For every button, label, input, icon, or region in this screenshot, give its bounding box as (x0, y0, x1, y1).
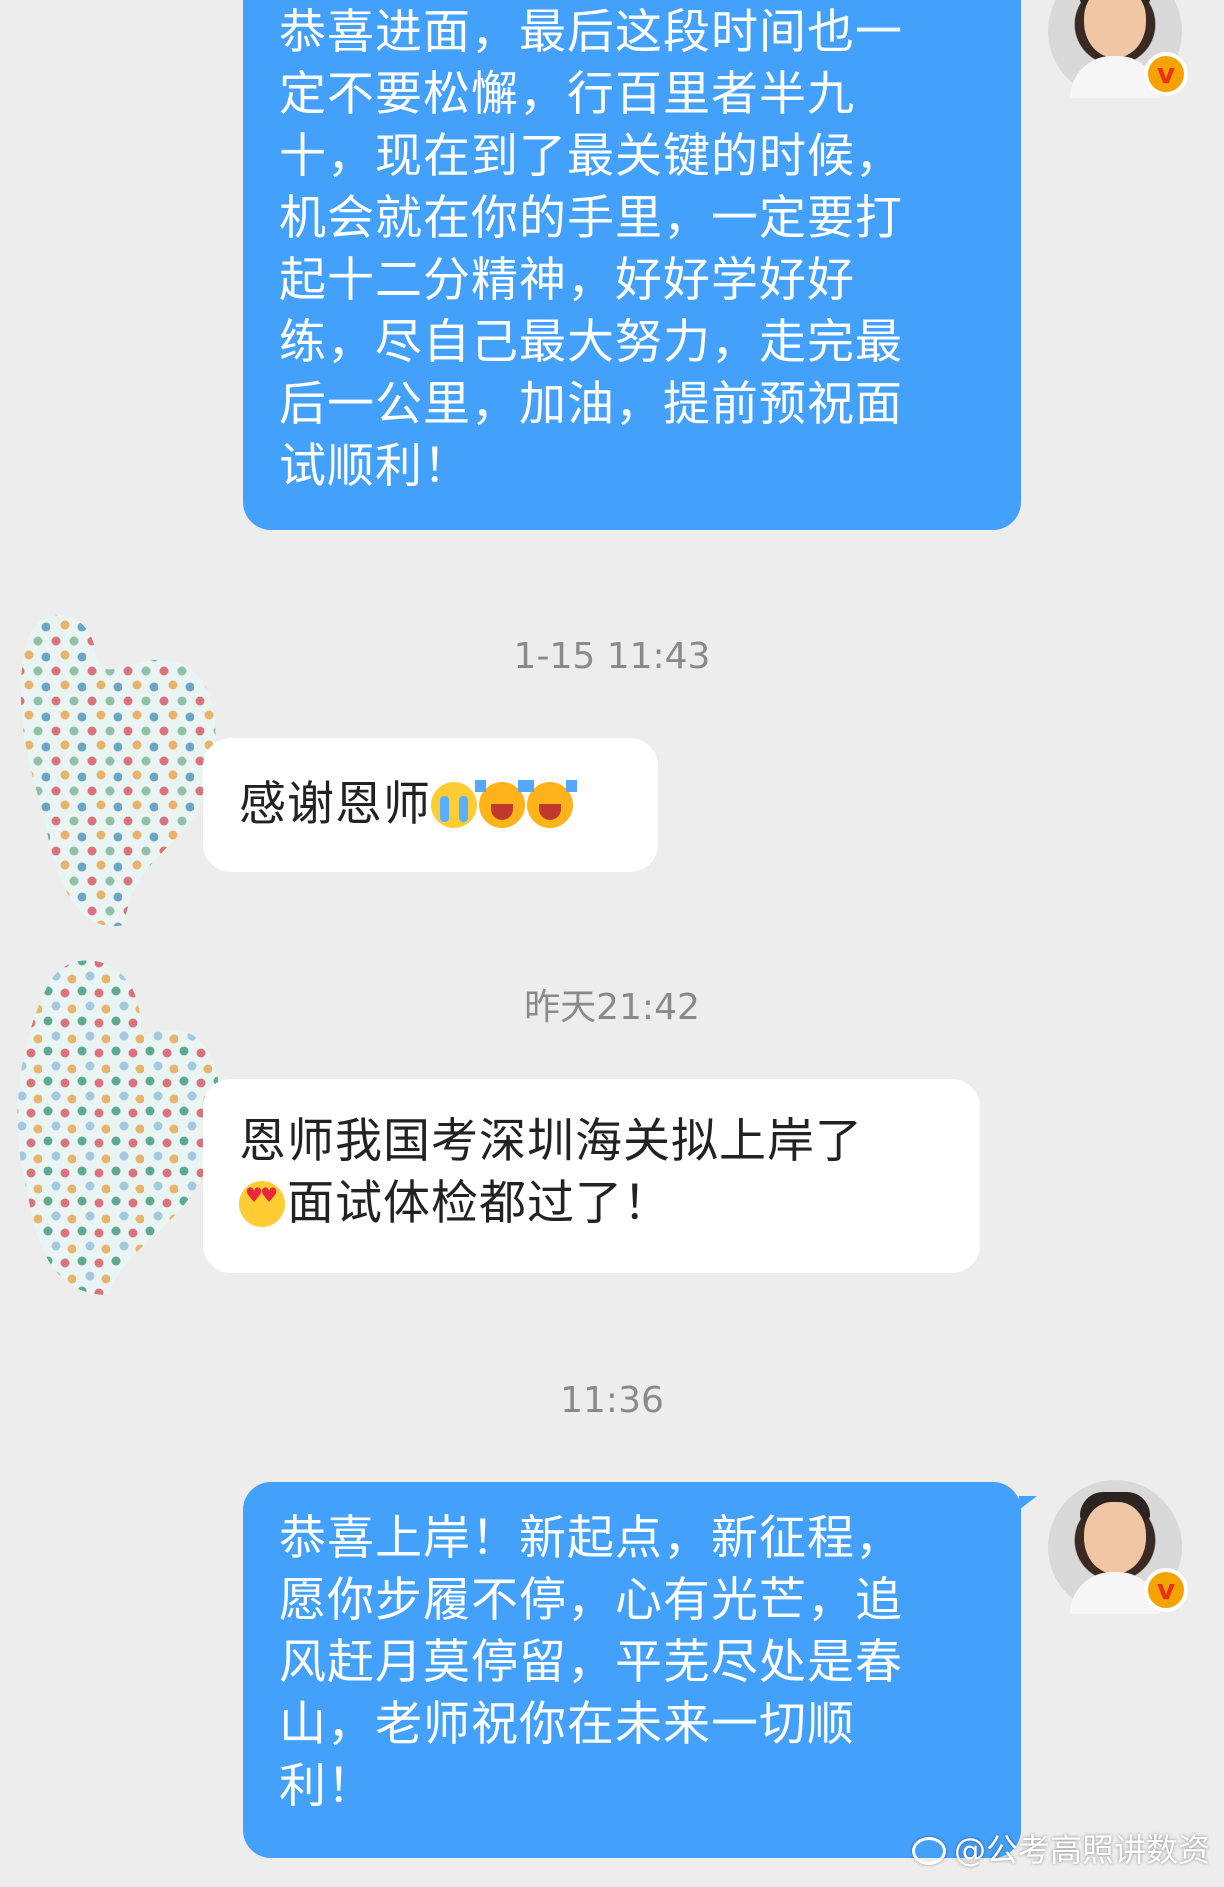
message-line: 愿你步履不停，心有光芒，追 (279, 1573, 903, 1628)
message-line: 利！ (279, 1759, 375, 1814)
message-line: 练，尽自己最大努力，走完最 (279, 315, 903, 370)
teacher-avatar[interactable]: v (1048, 0, 1188, 98)
message-text: 感谢恩师 (239, 777, 431, 832)
message-line: 恩师我国考深圳海关拟上岸了 (239, 1114, 863, 1169)
message-line: 机会就在你的手里，一定要打 (279, 191, 903, 246)
message-line: 面试体检都过了！ (239, 1173, 940, 1235)
laughing-face-icon (523, 780, 577, 828)
heart-eyes-face-icon (239, 1181, 285, 1227)
message-line: 定不要松懈，行百里者半九 (279, 67, 855, 122)
message-line: 风赶月莫停留，平芜尽处是春 (279, 1635, 903, 1690)
teacher-avatar[interactable]: v (1048, 1480, 1188, 1614)
verified-badge-icon: v (1144, 1568, 1188, 1612)
message-line: 试顺利！ (279, 439, 471, 494)
message-line: 恭喜上岸！新起点，新征程， (279, 1511, 903, 1566)
student-avatar[interactable] (14, 605, 234, 935)
message-line: 后一公里，加油，提前预祝面 (279, 377, 903, 432)
verified-badge-icon: v (1144, 52, 1188, 96)
student-avatar[interactable] (8, 955, 228, 1300)
avatar-dots (17, 960, 220, 1295)
avatar-face (1084, 0, 1146, 58)
message-line: 十，现在到了最关键的时候， (279, 129, 903, 184)
loudly-crying-face-icon (431, 782, 477, 828)
watermark: @公考高照讲数资 (911, 1825, 1210, 1871)
message-line: 山，老师祝你在未来一切顺 (279, 1697, 855, 1752)
watermark-text: @公考高照讲数资 (953, 1831, 1210, 1869)
student-message-bubble[interactable]: 恩师我国考深圳海关拟上岸了 面试体检都过了！ (203, 1079, 980, 1273)
laughing-face-icon (475, 780, 529, 828)
bubble-tail (1019, 1496, 1037, 1510)
message-line: 起十二分精神，好好学好好 (279, 253, 855, 308)
message-line: 恭喜进面，最后这段时间也一 (279, 5, 903, 60)
avatar-face (1084, 1502, 1146, 1574)
timestamp: 11:36 (560, 1380, 664, 1421)
avatar-dots (20, 615, 216, 927)
weibo-logo-icon (911, 1837, 946, 1865)
teacher-message-bubble[interactable]: 恭喜上岸！新起点，新征程， 愿你步履不停，心有光芒，追 风赶月莫停留，平芜尽处是… (243, 1482, 1021, 1858)
teacher-message-bubble[interactable]: 恭喜进面，最后这段时间也一 定不要松懈，行百里者半九 十，现在到了最关键的时候，… (243, 0, 1021, 530)
student-message-bubble[interactable]: 感谢恩师 (203, 738, 658, 872)
message-text: 面试体检都过了！ (287, 1176, 671, 1231)
